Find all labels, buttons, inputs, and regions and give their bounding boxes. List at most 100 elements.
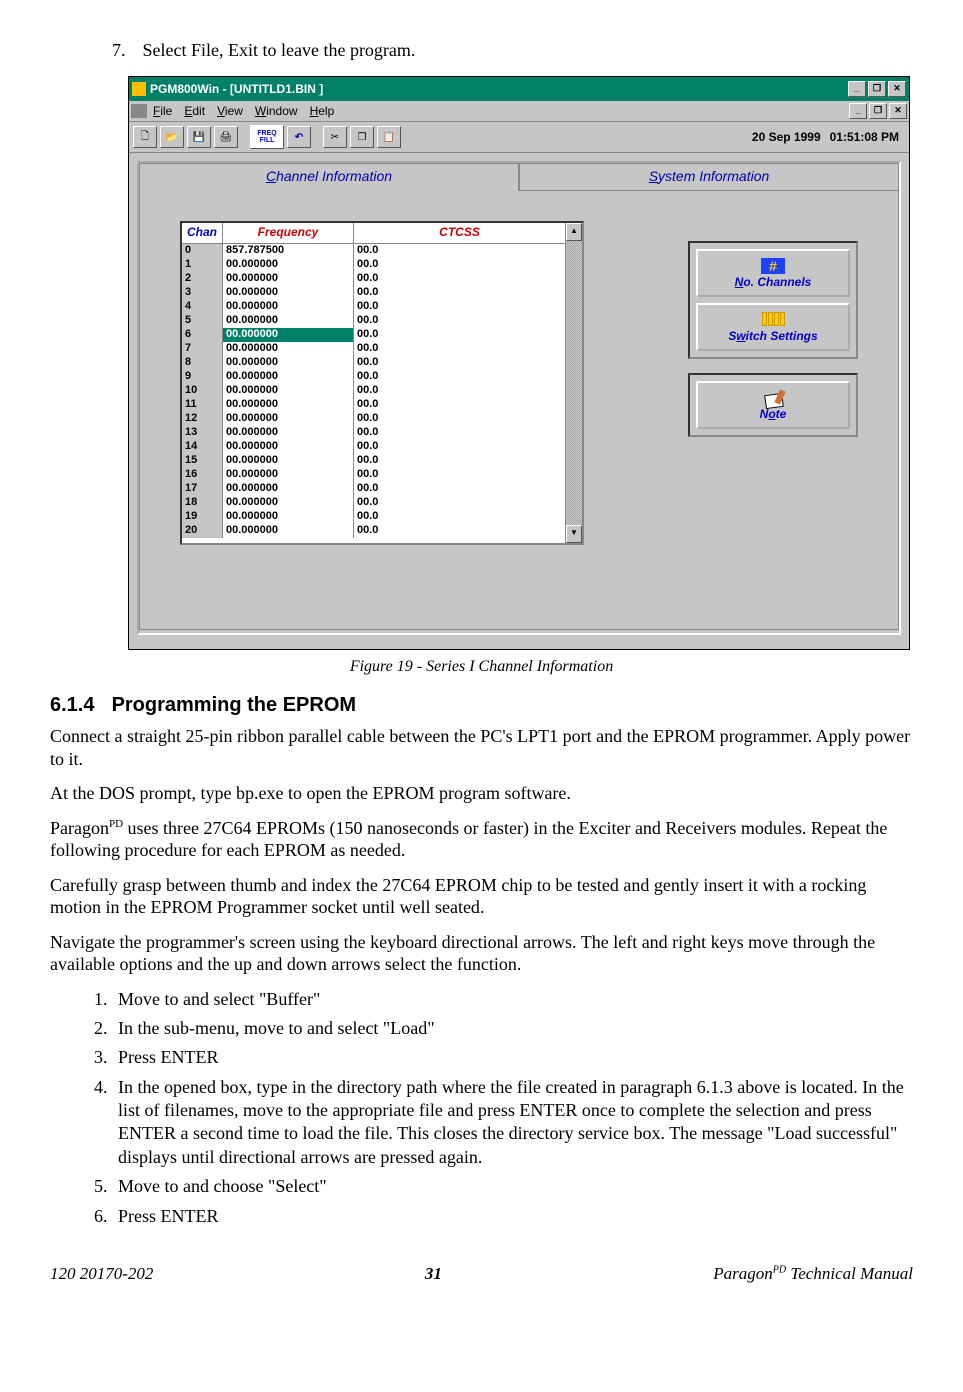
table-row[interactable]: 1300.00000000.0 (182, 426, 565, 440)
table-row[interactable]: 1900.00000000.0 (182, 510, 565, 524)
print-button[interactable]: 🖨 (214, 126, 238, 148)
cell-ctcss[interactable]: 00.0 (354, 496, 565, 510)
open-button[interactable]: 📂 (160, 126, 184, 148)
table-row[interactable]: 0857.78750000.0 (182, 244, 565, 258)
cell-freq[interactable]: 00.000000 (223, 384, 354, 398)
table-row[interactable]: 2000.00000000.0 (182, 524, 565, 538)
no-channels-label: No. Channels (735, 275, 812, 289)
scroll-up-button[interactable]: ▲ (566, 223, 582, 241)
freq-fill-button[interactable]: FREQ FILL (250, 125, 284, 149)
cell-ctcss[interactable]: 00.0 (354, 412, 565, 426)
cell-freq[interactable]: 00.000000 (223, 370, 354, 384)
table-row[interactable]: 100.00000000.0 (182, 258, 565, 272)
menu-file[interactable]: File (153, 104, 172, 118)
cell-ctcss[interactable]: 00.0 (354, 244, 565, 258)
cell-freq[interactable]: 00.000000 (223, 286, 354, 300)
scroll-down-button[interactable]: ▼ (566, 525, 582, 543)
tab-system-info[interactable]: System Information (519, 163, 899, 191)
scroll-track[interactable] (566, 241, 582, 525)
print-icon: 🖨 (220, 132, 233, 143)
table-row[interactable]: 800.00000000.0 (182, 356, 565, 370)
menu-window[interactable]: Window (255, 104, 298, 118)
close-button[interactable]: ✕ (888, 81, 906, 97)
cell-ctcss[interactable]: 00.0 (354, 258, 565, 272)
table-row[interactable]: 900.00000000.0 (182, 370, 565, 384)
cut-button[interactable]: ✂ (323, 126, 347, 148)
cell-freq[interactable]: 00.000000 (223, 482, 354, 496)
cell-ctcss[interactable]: 00.0 (354, 328, 565, 342)
cell-ctcss[interactable]: 00.0 (354, 510, 565, 524)
no-channels-button[interactable]: # No. Channels (696, 249, 850, 297)
cell-ctcss[interactable]: 00.0 (354, 440, 565, 454)
new-button[interactable]: 🗋 (133, 126, 157, 148)
cell-ctcss[interactable]: 00.0 (354, 356, 565, 370)
cell-ctcss[interactable]: 00.0 (354, 342, 565, 356)
cell-freq[interactable]: 00.000000 (223, 314, 354, 328)
table-row[interactable]: 200.00000000.0 (182, 272, 565, 286)
table-row[interactable]: 1500.00000000.0 (182, 454, 565, 468)
cell-freq[interactable]: 00.000000 (223, 468, 354, 482)
table-row[interactable]: 600.00000000.0 (182, 328, 565, 342)
mdi-icon[interactable] (131, 104, 147, 118)
cell-ctcss[interactable]: 00.0 (354, 482, 565, 496)
cell-ctcss[interactable]: 00.0 (354, 286, 565, 300)
table-row[interactable]: 400.00000000.0 (182, 300, 565, 314)
paste-button[interactable]: 📋 (377, 126, 401, 148)
cell-ctcss[interactable]: 00.0 (354, 384, 565, 398)
maximize-button[interactable]: ❐ (868, 81, 886, 97)
table-row[interactable]: 1400.00000000.0 (182, 440, 565, 454)
cell-freq[interactable]: 857.787500 (223, 244, 354, 258)
table-row[interactable]: 700.00000000.0 (182, 342, 565, 356)
cell-freq[interactable]: 00.000000 (223, 258, 354, 272)
cell-ctcss[interactable]: 00.0 (354, 524, 565, 538)
menu-view[interactable]: View (217, 104, 243, 118)
cell-freq[interactable]: 00.000000 (223, 426, 354, 440)
cell-freq[interactable]: 00.000000 (223, 342, 354, 356)
cell-ctcss[interactable]: 00.0 (354, 300, 565, 314)
table-row[interactable]: 1100.00000000.0 (182, 398, 565, 412)
cell-freq[interactable]: 00.000000 (223, 300, 354, 314)
table-row[interactable]: 300.00000000.0 (182, 286, 565, 300)
save-button[interactable]: 💾 (187, 126, 211, 148)
cell-ctcss[interactable]: 00.0 (354, 370, 565, 384)
table-row[interactable]: 1700.00000000.0 (182, 482, 565, 496)
cell-freq[interactable]: 00.000000 (223, 356, 354, 370)
menu-help[interactable]: Help (310, 104, 335, 118)
cell-freq[interactable]: 00.000000 (223, 496, 354, 510)
switch-settings-button[interactable]: Switch Settings (696, 303, 850, 351)
cell-ctcss[interactable]: 00.0 (354, 272, 565, 286)
cell-freq[interactable]: 00.000000 (223, 412, 354, 426)
menu-edit[interactable]: Edit (184, 104, 205, 118)
scrollbar[interactable]: ▲ ▼ (565, 223, 582, 543)
mdi-minimize-button[interactable]: _ (849, 103, 867, 119)
note-button[interactable]: Note (696, 381, 850, 429)
cell-ctcss[interactable]: 00.0 (354, 398, 565, 412)
mdi-maximize-button[interactable]: ❐ (869, 103, 887, 119)
cell-ctcss[interactable]: 00.0 (354, 468, 565, 482)
cell-ctcss[interactable]: 00.0 (354, 314, 565, 328)
undo-button[interactable]: ↶ (287, 126, 311, 148)
table-row[interactable]: 1600.00000000.0 (182, 468, 565, 482)
cell-chan: 6 (182, 328, 223, 342)
cell-chan: 12 (182, 412, 223, 426)
cell-ctcss[interactable]: 00.0 (354, 426, 565, 440)
table-header: Chan Frequency CTCSS (182, 223, 565, 244)
cell-freq[interactable]: 00.000000 (223, 440, 354, 454)
mdi-close-button[interactable]: ✕ (889, 103, 907, 119)
cell-freq[interactable]: 00.000000 (223, 524, 354, 538)
tab-channel-info[interactable]: Channel Information (139, 163, 519, 191)
cell-freq[interactable]: 00.000000 (223, 328, 354, 342)
table-row[interactable]: 1200.00000000.0 (182, 412, 565, 426)
table-row[interactable]: 500.00000000.0 (182, 314, 565, 328)
cell-freq[interactable]: 00.000000 (223, 454, 354, 468)
table-row[interactable]: 1800.00000000.0 (182, 496, 565, 510)
group-channels-settings: # No. Channels Switch Settings (688, 241, 858, 359)
cell-freq[interactable]: 00.000000 (223, 272, 354, 286)
cell-chan: 9 (182, 370, 223, 384)
minimize-button[interactable]: _ (848, 81, 866, 97)
copy-button[interactable]: ❐ (350, 126, 374, 148)
cell-ctcss[interactable]: 00.0 (354, 454, 565, 468)
cell-freq[interactable]: 00.000000 (223, 398, 354, 412)
table-row[interactable]: 1000.00000000.0 (182, 384, 565, 398)
cell-freq[interactable]: 00.000000 (223, 510, 354, 524)
